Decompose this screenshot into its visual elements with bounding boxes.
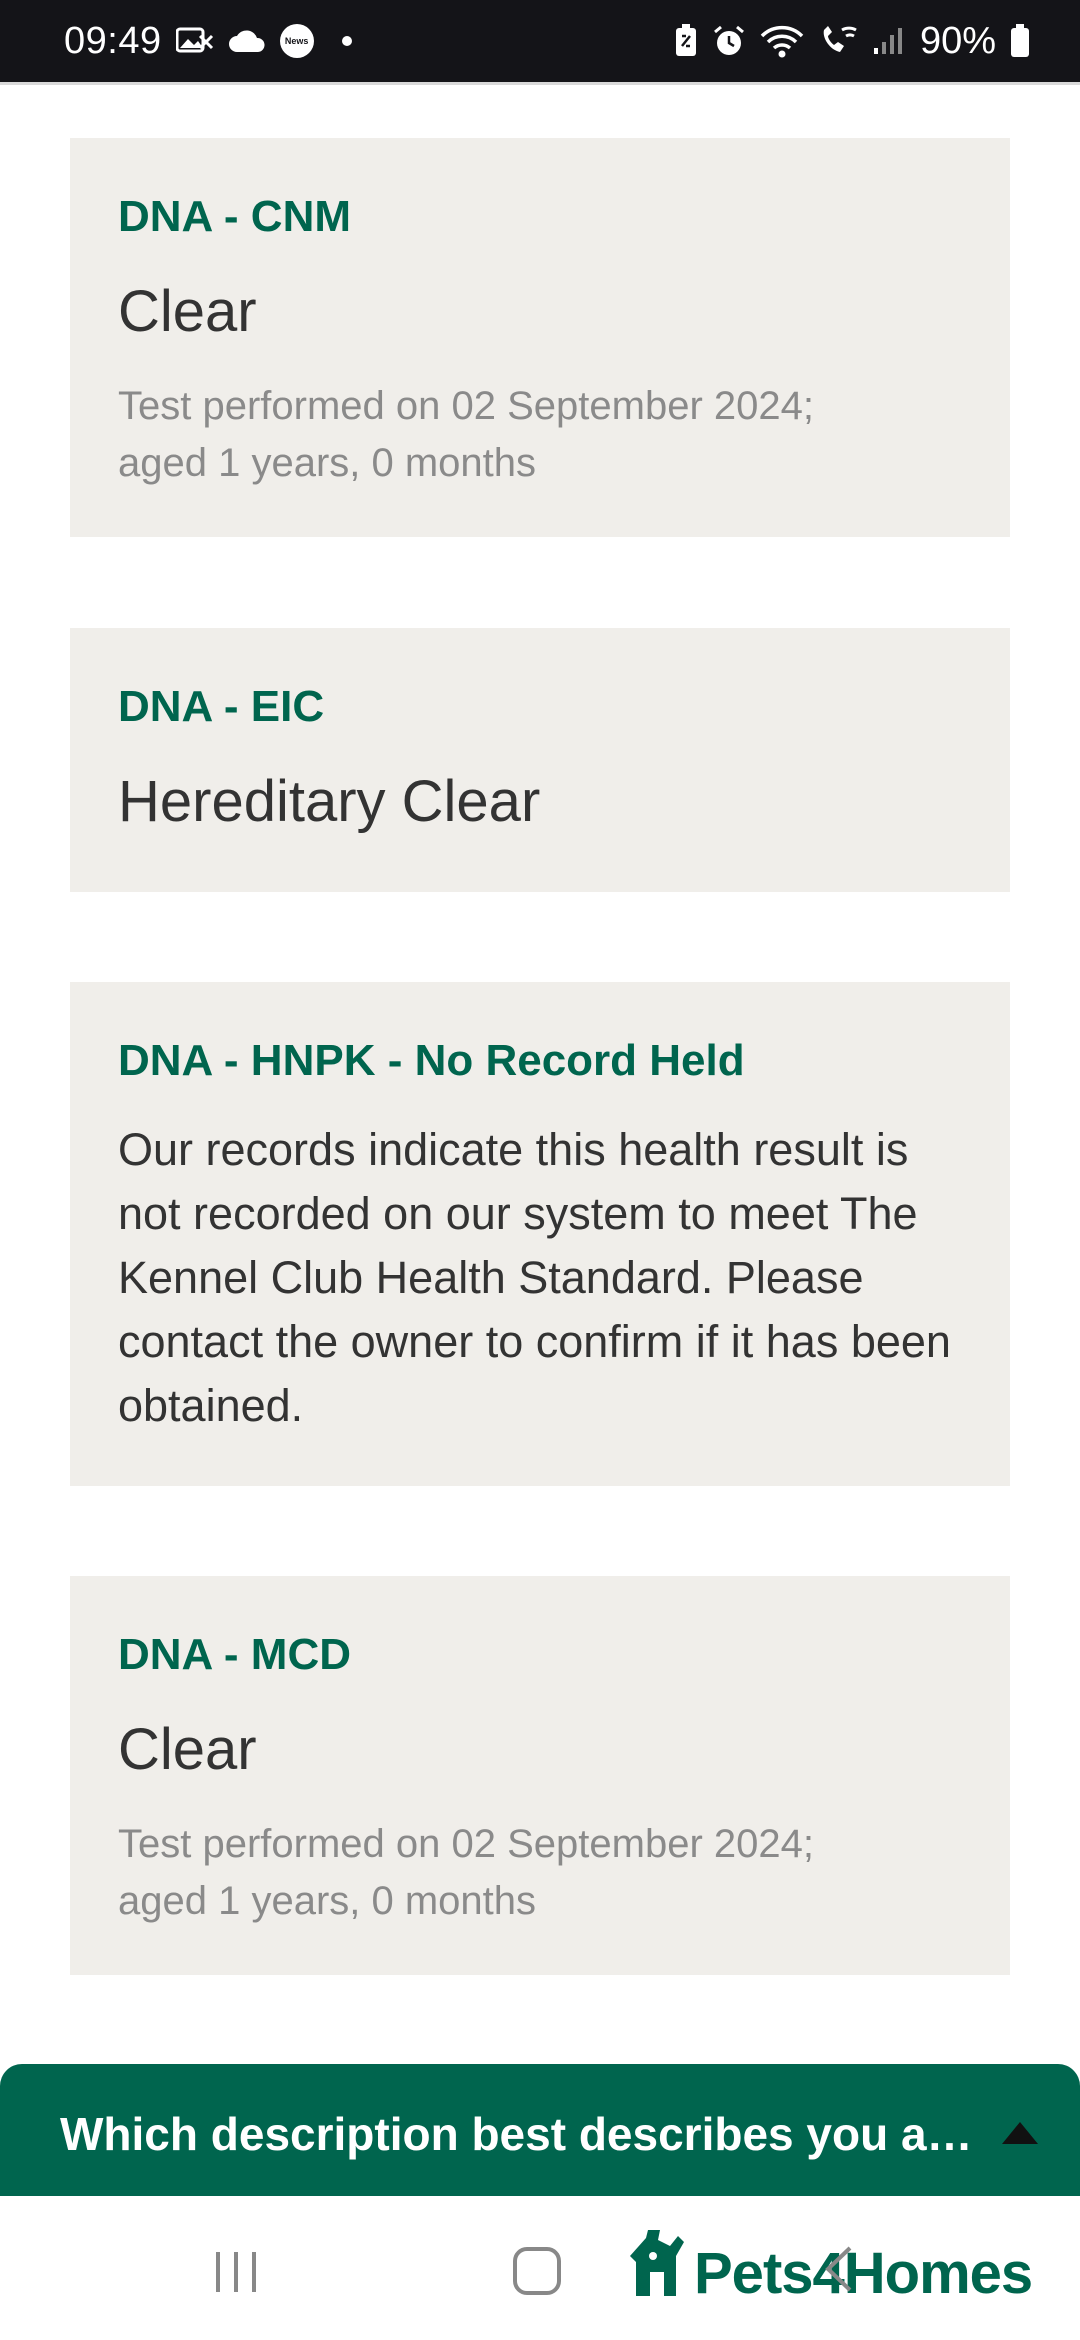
card-meta-date: Test performed on 02 September 2024; [118,384,814,428]
status-left: 09:49 News [64,20,352,63]
health-test-card-eic: DNA - EIC Hereditary Clear [70,628,1010,892]
cloud-icon [228,28,266,54]
signal-icon [872,26,906,56]
health-test-card-mcd: DNA - MCD Clear Test performed on 02 Sep… [70,1576,1010,1975]
card-title: DNA - HNPK - No Record Held [118,1036,745,1085]
health-test-card-cnm: DNA - CNM Clear Test performed on 02 Sep… [70,138,1010,537]
health-test-card-hnpk: DNA - HNPK - No Record Held Our records … [70,982,1010,1486]
survey-prompt-bar[interactable]: Which description best describes you a… [0,2064,1080,2204]
card-body: Our records indicate this health result … [118,1124,951,1431]
card-title: DNA - EIC [118,682,325,731]
notification-dot [341,36,352,46]
news-icon: News [279,24,314,58]
alarm-icon [712,24,746,58]
header-divider [0,82,1080,85]
battery-icon [1010,24,1030,58]
wifi-calling-icon [818,24,858,58]
card-title: DNA - MCD [118,1630,351,1679]
survey-prompt-text[interactable]: Which description best describes you a… [60,2107,973,2161]
back-icon[interactable] [822,2244,856,2299]
recents-icon[interactable] [212,2248,260,2301]
image-notification-icon [175,26,214,56]
card-meta-age: aged 1 years, 0 months [118,441,537,485]
logo-text: Pets4Homes [694,2241,1033,2306]
battery-saver-icon [674,24,698,58]
wifi-icon [760,24,804,58]
card-result: Clear [118,1717,257,1782]
card-title: DNA - CNM [118,192,351,241]
navigation-bar: Pets4Homes [0,2196,1080,2340]
card-result: Clear [118,279,257,344]
status-bar: 09:49 News 90% [0,0,1080,82]
caret-up-icon[interactable] [1000,2118,1040,2151]
home-icon[interactable] [512,2246,562,2301]
pets4homes-logo-icon [626,2226,688,2303]
card-result: Hereditary Clear [118,769,541,834]
status-time: 09:49 [64,19,162,62]
battery-percent: 90% [919,19,996,62]
card-meta-age: aged 1 years, 0 months [118,1879,537,1923]
status-right: 90% [674,20,1030,63]
card-meta-date: Test performed on 02 September 2024; [118,1822,814,1866]
